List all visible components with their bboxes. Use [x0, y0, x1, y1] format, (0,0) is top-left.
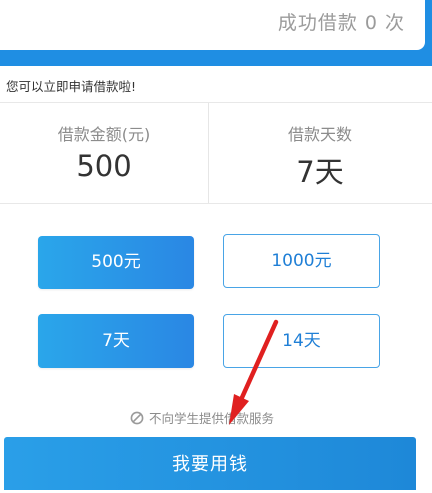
- amount-option-500[interactable]: 500元: [38, 236, 194, 289]
- notice-text: 您可以立即申请借款啦!: [6, 79, 137, 94]
- success-count-text: 成功借款 0 次: [277, 12, 405, 34]
- notice-bar: 您可以立即申请借款啦!: [0, 66, 432, 103]
- amount-label: 借款金额(元): [57, 125, 151, 144]
- days-option-7[interactable]: 7天: [38, 314, 194, 368]
- loan-record-card: 成功借款 0 次: [0, 0, 425, 50]
- days-label: 借款天数: [287, 125, 352, 144]
- student-policy-note: 不向学生提供借款服务: [130, 408, 274, 427]
- no-entry-icon: [130, 411, 144, 425]
- days-value: 7天: [296, 155, 344, 189]
- student-policy-text: 不向学生提供借款服务: [149, 411, 275, 426]
- amount-value: 500: [76, 149, 132, 183]
- amount-option-1000[interactable]: 1000元: [223, 234, 380, 288]
- loan-summary: 借款金额(元) 500 借款天数 7天: [0, 103, 432, 204]
- borrow-money-button[interactable]: 我要用钱: [4, 437, 416, 490]
- days-option-14[interactable]: 14天: [223, 314, 380, 368]
